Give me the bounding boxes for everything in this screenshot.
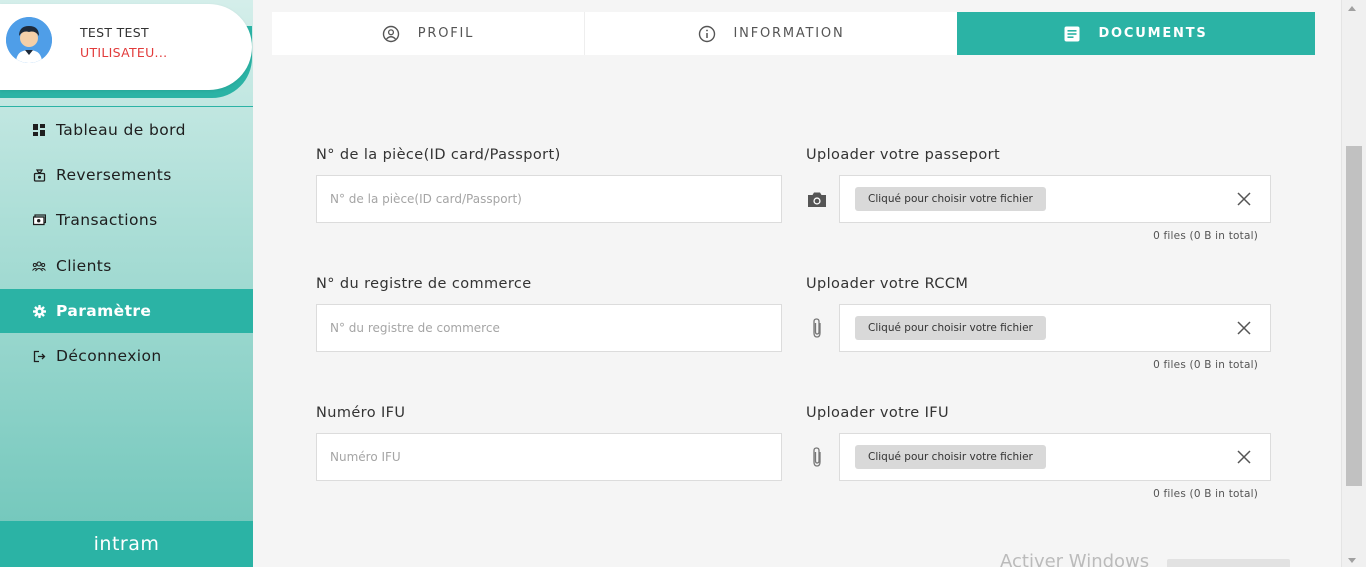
ifu-file-count: 0 files (0 B in total)	[1153, 488, 1258, 500]
brand-text: intram	[93, 533, 160, 555]
paperclip-icon[interactable]	[806, 446, 828, 468]
sidebar: TEST TEST UTILISATEU... Tableau de bord …	[0, 0, 253, 567]
passport-upload-label: Uploader votre passeport	[806, 147, 1001, 163]
money-bag-icon	[32, 168, 46, 182]
watermark-bar	[1167, 559, 1290, 567]
rccm-number-label: N° du registre de commerce	[316, 276, 532, 292]
tab-label: PROFIL	[417, 26, 475, 41]
choose-file-button[interactable]: Cliqué pour choisir votre fichier	[855, 445, 1046, 469]
paperclip-icon[interactable]	[806, 317, 828, 339]
scroll-down-arrow-icon[interactable]	[1348, 558, 1356, 563]
sidebar-item-transactions[interactable]: Transactions	[0, 198, 253, 242]
logout-icon	[32, 349, 46, 363]
gear-icon	[32, 304, 46, 318]
sidebar-item-deconnexion[interactable]: Déconnexion	[0, 334, 253, 378]
user-name: TEST TEST	[80, 25, 149, 40]
brand-logo: intram	[0, 521, 253, 567]
user-circle-icon	[382, 25, 400, 43]
sidebar-item-clients[interactable]: Clients	[0, 244, 253, 288]
profile-card: TEST TEST UTILISATEU...	[0, 0, 252, 98]
sidebar-item-label: Tableau de bord	[56, 121, 186, 139]
user-role: UTILISATEU...	[80, 45, 168, 60]
rccm-upload-label: Uploader votre RCCM	[806, 276, 969, 292]
close-icon[interactable]	[1234, 447, 1254, 467]
close-icon[interactable]	[1234, 189, 1254, 209]
ifu-number-input[interactable]	[316, 433, 782, 481]
tab-information[interactable]: INFORMATION	[585, 12, 957, 55]
sidebar-item-label: Clients	[56, 257, 112, 275]
id-number-input[interactable]	[316, 175, 782, 223]
tab-label: INFORMATION	[733, 26, 845, 41]
sidebar-item-reversements[interactable]: Reversements	[0, 153, 253, 197]
ifu-number-label: Numéro IFU	[316, 405, 406, 421]
sidebar-divider	[0, 106, 253, 107]
banknote-icon	[32, 213, 46, 227]
ifu-upload-label: Uploader votre IFU	[806, 405, 950, 421]
scrollbar[interactable]	[1341, 0, 1366, 567]
passport-file-picker[interactable]: Cliqué pour choisir votre fichier	[839, 175, 1271, 223]
rccm-file-count: 0 files (0 B in total)	[1153, 359, 1258, 371]
choose-file-button[interactable]: Cliqué pour choisir votre fichier	[855, 316, 1046, 340]
sidebar-item-label: Transactions	[56, 211, 158, 229]
windows-activation-watermark: Activer Windows	[1000, 551, 1150, 567]
dashboard-icon	[32, 123, 46, 137]
tab-bar: PROFIL INFORMATION DOCUMENTS	[272, 12, 1315, 55]
tab-label: DOCUMENTS	[1098, 26, 1208, 41]
document-icon	[1064, 26, 1080, 42]
tab-documents[interactable]: DOCUMENTS	[957, 12, 1315, 55]
rccm-file-picker[interactable]: Cliqué pour choisir votre fichier	[839, 304, 1271, 352]
rccm-number-input[interactable]	[316, 304, 782, 352]
close-icon[interactable]	[1234, 318, 1254, 338]
sidebar-item-label: Reversements	[56, 166, 172, 184]
sidebar-item-label: Paramètre	[56, 302, 152, 320]
id-number-label: N° de la pièce(ID card/Passport)	[316, 147, 561, 163]
avatar[interactable]	[6, 17, 52, 63]
choose-file-button[interactable]: Cliqué pour choisir votre fichier	[855, 187, 1046, 211]
camera-icon[interactable]	[806, 188, 828, 210]
scrollbar-thumb[interactable]	[1346, 146, 1362, 486]
scroll-up-arrow-icon[interactable]	[1348, 6, 1356, 11]
users-icon	[32, 259, 46, 273]
passport-file-count: 0 files (0 B in total)	[1153, 230, 1258, 242]
sidebar-item-tableau-de-bord[interactable]: Tableau de bord	[0, 108, 253, 152]
info-circle-icon	[698, 25, 716, 43]
sidebar-item-parametre[interactable]: Paramètre	[0, 289, 253, 333]
sidebar-item-label: Déconnexion	[56, 347, 162, 365]
tab-profil[interactable]: PROFIL	[272, 12, 585, 55]
ifu-file-picker[interactable]: Cliqué pour choisir votre fichier	[839, 433, 1271, 481]
